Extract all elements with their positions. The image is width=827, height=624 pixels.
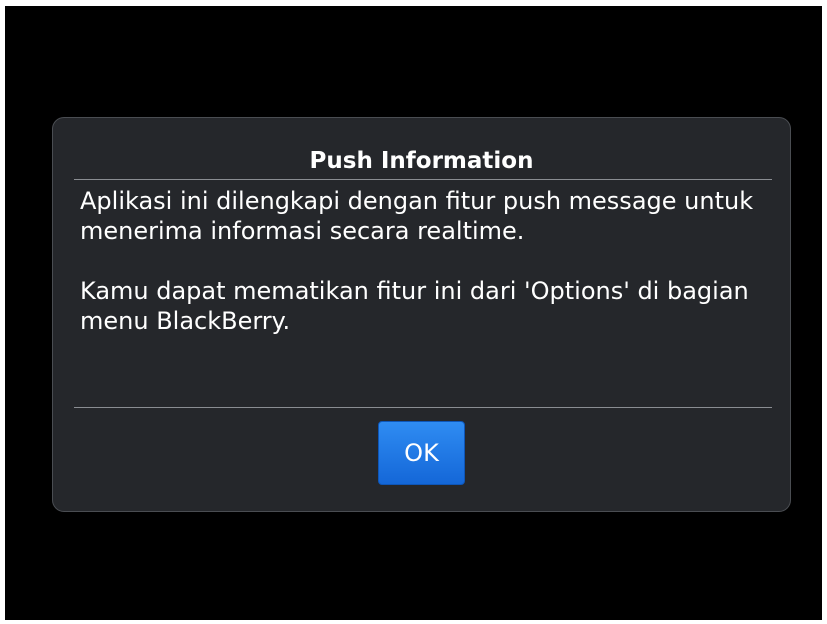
ok-button[interactable]: OK <box>378 421 465 485</box>
screen-background: Push Information Aplikasi ini dilengkapi… <box>5 6 822 620</box>
message-paragraph-1: Aplikasi ini dilengkapi dengan fitur pus… <box>80 187 754 245</box>
push-information-dialog: Push Information Aplikasi ini dilengkapi… <box>52 117 791 512</box>
title-divider <box>74 179 772 180</box>
message-paragraph-2: Kamu dapat mematikan fitur ini dari 'Opt… <box>80 277 749 335</box>
button-divider <box>74 407 772 408</box>
dialog-title: Push Information <box>309 148 534 174</box>
dialog-message: Aplikasi ini dilengkapi dengan fitur pus… <box>80 186 770 336</box>
